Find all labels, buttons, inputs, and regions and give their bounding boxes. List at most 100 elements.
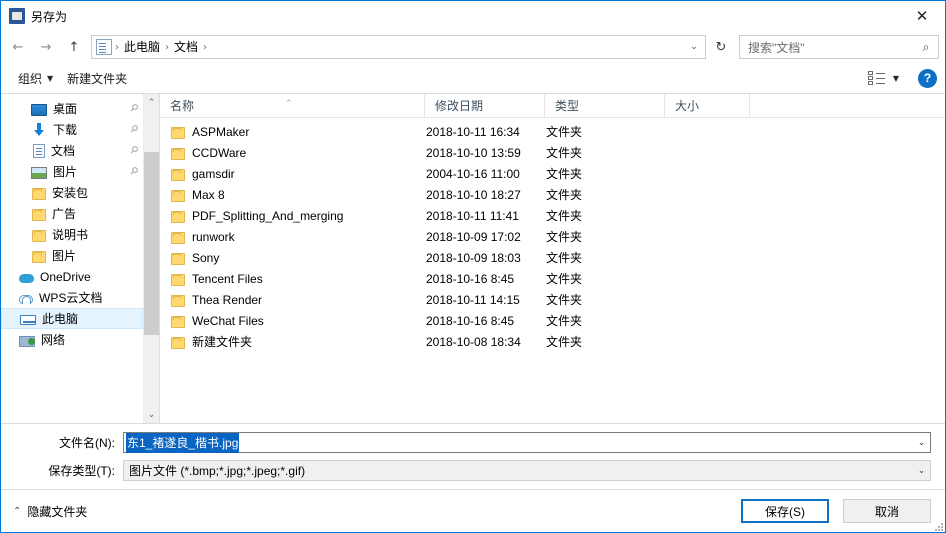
cancel-button[interactable]: 取消 bbox=[843, 499, 931, 523]
table-row[interactable]: 新建文件夹 2018-10-08 18:34 文件夹 bbox=[160, 331, 945, 352]
table-row[interactable]: Max 8 2018-10-10 18:27 文件夹 bbox=[160, 184, 945, 205]
scroll-up-icon[interactable]: ⌃ bbox=[144, 94, 159, 111]
sidebar-scrollbar[interactable]: ⌃ ⌄ bbox=[143, 94, 159, 423]
file-name-cell: runwork bbox=[160, 230, 425, 244]
up-button[interactable]: ↑ bbox=[61, 35, 87, 59]
table-row[interactable]: Tencent Files 2018-10-16 8:45 文件夹 bbox=[160, 268, 945, 289]
breadcrumb-this-pc[interactable]: 此电脑 bbox=[120, 36, 164, 58]
sidebar-item-7[interactable]: 图片 bbox=[1, 245, 143, 266]
back-button[interactable]: ← bbox=[5, 35, 31, 59]
filename-row: 文件名(N): 东1_褚遂良_楷书.jpg ⌄ bbox=[15, 432, 931, 453]
sidebar-item-6[interactable]: 说明书 bbox=[1, 224, 143, 245]
pin-icon[interactable]: ⚲ bbox=[127, 123, 140, 136]
table-row[interactable]: CCDWare 2018-10-10 13:59 文件夹 bbox=[160, 142, 945, 163]
table-row[interactable]: gamsdir 2004-10-16 11:00 文件夹 bbox=[160, 163, 945, 184]
table-row[interactable]: Sony 2018-10-09 18:03 文件夹 bbox=[160, 247, 945, 268]
file-type-cell: 文件夹 bbox=[546, 251, 583, 265]
table-row[interactable]: runwork 2018-10-09 17:02 文件夹 bbox=[160, 226, 945, 247]
column-header-name[interactable]: 名称 ⌃ bbox=[160, 93, 425, 118]
pin-icon[interactable]: ⚲ bbox=[127, 165, 140, 178]
pin-icon[interactable]: ⚲ bbox=[127, 102, 140, 115]
folder-icon bbox=[171, 252, 185, 265]
sidebar-item-2[interactable]: 文档 ⚲ bbox=[1, 140, 143, 161]
sidebar-item-label: 下载 bbox=[53, 123, 78, 137]
pc-icon bbox=[20, 314, 36, 325]
hide-folders-label: 隐藏文件夹 bbox=[27, 504, 88, 519]
resize-grip[interactable] bbox=[933, 521, 943, 531]
sidebar-item-0[interactable]: 桌面 ⚲ bbox=[1, 98, 143, 119]
navigation-bar: ← → ↑ › 此电脑 › 文档 › ⌄ ↻ 搜索"文档" ⌕ bbox=[1, 31, 945, 63]
sidebar-item-3[interactable]: 图片 ⚲ bbox=[1, 161, 143, 182]
sidebar-item-9[interactable]: WPS云文档 bbox=[1, 287, 143, 308]
save-form: 文件名(N): 东1_褚遂良_楷书.jpg ⌄ 保存类型(T): 图片文件 (*… bbox=[1, 424, 945, 490]
column-header-type[interactable]: 类型 bbox=[545, 93, 665, 118]
table-row[interactable]: PDF_Splitting_And_merging 2018-10-11 11:4… bbox=[160, 205, 945, 226]
table-row[interactable]: WeChat Files 2018-10-16 8:45 文件夹 bbox=[160, 310, 945, 331]
column-header-date[interactable]: 修改日期 bbox=[425, 93, 545, 118]
file-type-cell: 文件夹 bbox=[546, 209, 583, 223]
hide-folders-toggle[interactable]: ⌃ 隐藏文件夹 bbox=[13, 503, 87, 520]
file-name-label: ASPMaker bbox=[192, 124, 250, 139]
sidebar-item-label: 说明书 bbox=[52, 228, 89, 242]
file-type-cell: 文件夹 bbox=[546, 314, 583, 328]
file-date-cell: 2018-10-11 11:41 bbox=[426, 208, 519, 223]
chevron-down-icon[interactable]: ⌄ bbox=[685, 36, 703, 58]
help-icon[interactable]: ? bbox=[918, 68, 937, 88]
new-folder-button[interactable]: 新建文件夹 bbox=[60, 67, 134, 90]
sidebar-item-label: 桌面 bbox=[53, 102, 78, 116]
forward-button[interactable]: → bbox=[33, 35, 59, 59]
folder-icon bbox=[171, 210, 185, 223]
organize-button[interactable]: 组织 ▼ bbox=[11, 67, 60, 90]
file-type-cell: 文件夹 bbox=[546, 335, 583, 349]
address-bar[interactable]: › 此电脑 › 文档 › ⌄ bbox=[91, 35, 706, 59]
table-row[interactable]: Thea Render 2018-10-11 14:15 文件夹 bbox=[160, 289, 945, 310]
sidebar-item-label: 此电脑 bbox=[42, 312, 79, 326]
scroll-down-icon[interactable]: ⌄ bbox=[144, 406, 159, 423]
breadcrumb-separator[interactable]: › bbox=[202, 42, 208, 53]
file-date-cell: 2018-10-11 14:15 bbox=[426, 292, 520, 307]
sidebar-item-5[interactable]: 广告 bbox=[1, 203, 143, 224]
file-name-cell: Thea Render bbox=[160, 293, 425, 307]
scrollbar-thumb[interactable] bbox=[144, 152, 159, 336]
filetype-select[interactable]: 图片文件 (*.bmp;*.jpg;*.jpeg;*.gif) ⌄ bbox=[123, 460, 931, 481]
file-name-label: 新建文件夹 bbox=[192, 335, 253, 349]
sidebar-item-1[interactable]: 下载 ⚲ bbox=[1, 119, 143, 140]
folder-icon bbox=[32, 229, 46, 242]
wps-icon bbox=[19, 295, 33, 304]
file-date-cell: 2018-10-11 16:34 bbox=[426, 124, 520, 139]
filetype-label: 保存类型(T): bbox=[48, 464, 115, 478]
chevron-down-icon[interactable]: ⌄ bbox=[913, 461, 930, 480]
filename-input[interactable]: 东1_褚遂良_楷书.jpg ⌄ bbox=[123, 432, 931, 453]
sidebar-item-4[interactable]: 安装包 bbox=[1, 182, 143, 203]
file-type-cell: 文件夹 bbox=[546, 188, 583, 202]
search-input[interactable]: 搜索"文档" ⌕ bbox=[739, 35, 939, 59]
view-options-button[interactable]: ▼ bbox=[861, 68, 906, 88]
table-row[interactable]: ASPMaker 2018-10-11 16:34 文件夹 bbox=[160, 121, 945, 142]
scrollbar-track[interactable] bbox=[144, 111, 159, 406]
folder-icon bbox=[171, 315, 185, 328]
sidebar-item-label: OneDrive bbox=[40, 269, 91, 284]
sidebar-item-label: WPS云文档 bbox=[39, 291, 103, 305]
breadcrumb-documents[interactable]: 文档 bbox=[170, 36, 202, 58]
file-name-cell: Sony bbox=[160, 251, 425, 265]
folder-icon bbox=[171, 273, 185, 286]
file-rows: ASPMaker 2018-10-11 16:34 文件夹 CCDWare 2018-1… bbox=[160, 118, 945, 423]
filename-value: 东1_褚遂良_楷书.jpg bbox=[126, 432, 240, 453]
folder-icon bbox=[171, 336, 185, 349]
column-header-size[interactable]: 大小 bbox=[665, 93, 750, 118]
save-as-dialog: 另存为 ✕ ← → ↑ › 此电脑 › 文档 › ⌄ ↻ 搜索"文档" ⌕ 组织… bbox=[0, 0, 946, 533]
pin-icon[interactable]: ⚲ bbox=[127, 144, 140, 157]
file-name-label: Max 8 bbox=[192, 187, 225, 202]
sidebar-item-11[interactable]: 网络 bbox=[1, 329, 143, 350]
chevron-down-icon[interactable]: ⌄ bbox=[913, 433, 930, 452]
sidebar-item-10[interactable]: 此电脑 bbox=[1, 308, 143, 329]
file-list-panel: 名称 ⌃ 修改日期 类型 大小 ASPMaker 2018-10-11 16:34… bbox=[160, 93, 945, 423]
sidebar-item-8[interactable]: OneDrive bbox=[1, 266, 143, 287]
file-name-cell: Tencent Files bbox=[160, 272, 425, 286]
close-icon[interactable]: ✕ bbox=[899, 1, 945, 31]
save-button[interactable]: 保存(S) bbox=[741, 499, 829, 523]
refresh-icon[interactable]: ↻ bbox=[709, 35, 733, 59]
file-date-cell: 2018-10-10 18:27 bbox=[426, 187, 521, 202]
file-date-cell: 2004-10-16 11:00 bbox=[426, 166, 520, 181]
filetype-row: 保存类型(T): 图片文件 (*.bmp;*.jpg;*.jpeg;*.gif)… bbox=[15, 460, 931, 481]
